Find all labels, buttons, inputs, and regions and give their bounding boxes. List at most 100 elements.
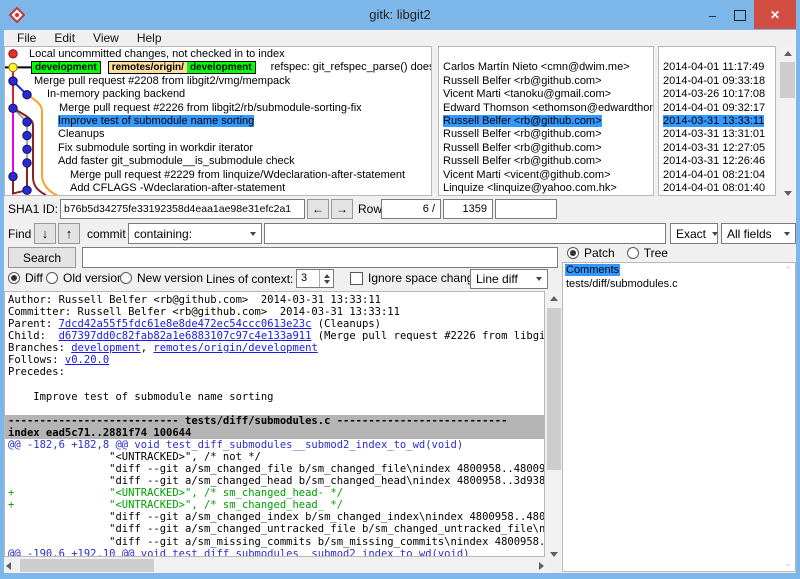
- find-exact-select[interactable]: Exact: [670, 223, 718, 244]
- find-match-select[interactable]: containing:: [128, 223, 262, 244]
- maximize-button[interactable]: [726, 0, 753, 30]
- author-row[interactable]: Edward Thomson <ethomson@edwardthom: [439, 101, 653, 114]
- ignore-space-checkbox[interactable]: Ignore space change: [350, 271, 480, 285]
- date-row[interactable]: [659, 47, 775, 60]
- menu-file[interactable]: File: [8, 31, 45, 45]
- diff-vscrollbar[interactable]: [546, 291, 562, 557]
- author-row[interactable]: Russell Belfer <rb@github.com>: [439, 74, 653, 87]
- close-button[interactable]: ✕: [754, 0, 796, 29]
- diff-mode-select[interactable]: Line diff: [470, 269, 548, 289]
- scroll-up-icon[interactable]: ⌃: [784, 265, 792, 276]
- date-row[interactable]: 2014-03-26 10:17:08: [659, 87, 775, 100]
- scroll-down-icon[interactable]: ⌄: [784, 558, 792, 569]
- diff-view[interactable]: Author: Russell Belfer <rb@github.com> 2…: [4, 291, 545, 557]
- author-list-pane[interactable]: Carlos Martín Nieto <cmn@dwim.me>Russell…: [438, 46, 654, 196]
- commit-list-pane[interactable]: Local uncommitted changes, not checked i…: [4, 46, 432, 196]
- diff-radio[interactable]: Diff: [8, 271, 43, 285]
- commit-row[interactable]: Local uncommitted changes, not checked i…: [5, 47, 431, 60]
- commit-label[interactable]: commit: [87, 227, 126, 241]
- commit-row[interactable]: Merge pull request #2226 from libgit2/rb…: [5, 101, 431, 114]
- menu-help[interactable]: Help: [128, 31, 171, 45]
- commit-link[interactable]: d67397dd0c82fab82a1e6883107c97c4e133a911: [59, 330, 312, 342]
- search-button[interactable]: Search: [8, 247, 76, 268]
- forward-button[interactable]: →: [331, 199, 353, 219]
- commit-message: Fix submodule sorting in workdir iterato…: [58, 142, 253, 154]
- commit-link[interactable]: development: [71, 342, 141, 354]
- find-next-button[interactable]: ↓: [34, 223, 56, 244]
- commit-row[interactable]: developmentremotes/origin/developmentref…: [5, 60, 431, 73]
- commit-row[interactable]: Add CFLAGS -Wdeclaration-after-statement: [5, 182, 431, 195]
- file-list-item[interactable]: Comments: [563, 263, 795, 277]
- stepper-down-icon[interactable]: [324, 280, 330, 284]
- diff-text: Child:: [8, 330, 59, 342]
- diff-line-add: + "<UNTRACKED>", /* sm_changed_head- */: [8, 487, 544, 499]
- scrollbar-thumb[interactable]: [547, 308, 561, 470]
- find-query-input[interactable]: [264, 223, 666, 244]
- titlebar[interactable]: gitk: libgit2 – ✕: [0, 0, 800, 30]
- commit-link[interactable]: remotes/origin/development: [153, 342, 317, 354]
- old-version-radio[interactable]: Old version: [46, 271, 124, 285]
- commit-row[interactable]: Merge pull request #2208 from libgit2/vm…: [5, 74, 431, 87]
- author-row[interactable]: Vicent Marti <vicent@github.com>: [439, 168, 653, 181]
- date-row[interactable]: 2014-04-01 08:21:04: [659, 168, 775, 181]
- find-label[interactable]: Find: [8, 227, 31, 241]
- scroll-left-icon[interactable]: [6, 562, 11, 570]
- commit-author: Russell Belfer <rb@github.com>: [443, 128, 602, 140]
- tree-radio-label: Tree: [644, 246, 668, 260]
- author-row[interactable]: Carlos Martín Nieto <cmn@dwim.me>: [439, 60, 653, 73]
- menu-view[interactable]: View: [84, 31, 128, 45]
- scroll-up-icon[interactable]: [550, 296, 558, 301]
- commit-link[interactable]: v0.20.0: [65, 354, 109, 366]
- file-list-pane[interactable]: Commentstests/diff/submodules.c ⌃ ⌄: [562, 262, 796, 572]
- find-prev-button[interactable]: ↑: [58, 223, 80, 244]
- author-row[interactable]: Russell Belfer <rb@github.com>: [439, 141, 653, 154]
- author-row[interactable]: [439, 47, 653, 60]
- search-input[interactable]: [82, 247, 558, 268]
- new-version-radio[interactable]: New version: [120, 271, 203, 285]
- date-list-pane[interactable]: 2014-04-01 11:17:492014-04-01 09:33:1820…: [658, 46, 776, 196]
- commit-message: Merge pull request #2208 from libgit2/vm…: [34, 75, 290, 87]
- date-row[interactable]: 2014-04-01 09:32:17: [659, 101, 775, 114]
- stepper-up-icon[interactable]: [324, 274, 330, 278]
- commit-row[interactable]: Cleanups: [5, 128, 431, 141]
- date-row[interactable]: 2014-03-31 12:26:46: [659, 155, 775, 168]
- tree-radio[interactable]: Tree: [627, 246, 668, 260]
- commit-link[interactable]: 7dcd42a55f5fdc61e8e8de472ec54ccc0613e23c: [59, 318, 312, 330]
- scroll-down-icon[interactable]: [550, 552, 558, 557]
- commit-row[interactable]: Add faster git_submodule__is_submodule c…: [5, 155, 431, 168]
- context-stepper[interactable]: 3: [296, 269, 334, 288]
- scrollbar-thumb[interactable]: [780, 62, 795, 98]
- date-row[interactable]: 2014-03-31 12:27:05: [659, 141, 775, 154]
- date-row[interactable]: 2014-04-01 08:01:40: [659, 182, 775, 195]
- commit-row[interactable]: Fix submodule sorting in workdir iterato…: [5, 141, 431, 154]
- stepper-arrows[interactable]: [319, 270, 333, 287]
- scroll-down-icon[interactable]: [784, 191, 792, 196]
- commit-row[interactable]: In-memory packing backend: [5, 87, 431, 100]
- diff-hscrollbar[interactable]: [4, 558, 546, 573]
- commit-row[interactable]: Merge pull request #2229 from linquize/W…: [5, 168, 431, 181]
- back-button[interactable]: ←: [307, 199, 329, 219]
- author-row[interactable]: Russell Belfer <rb@github.com>: [439, 128, 653, 141]
- date-row[interactable]: 2014-04-01 11:17:49: [659, 60, 775, 73]
- ref-label[interactable]: development: [31, 61, 101, 74]
- sha1-input[interactable]: b76b5d34275fe33192358d4eaa1ae98e31efc2a1: [60, 199, 305, 219]
- scrollbar-thumb[interactable]: [20, 559, 154, 572]
- file-list-item[interactable]: tests/diff/submodules.c: [563, 277, 795, 291]
- minimize-button[interactable]: –: [699, 0, 726, 30]
- menu-edit[interactable]: Edit: [45, 31, 84, 45]
- author-row[interactable]: Vicent Marti <tanoku@gmail.com>: [439, 87, 653, 100]
- author-row[interactable]: Russell Belfer <rb@github.com>: [439, 155, 653, 168]
- patch-radio[interactable]: Patch: [567, 246, 615, 260]
- commit-row[interactable]: Improve test of submodule name sorting: [5, 114, 431, 127]
- author-row[interactable]: Linquize <linquize@yahoo.com.hk>: [439, 182, 653, 195]
- commit-list-scrollbar[interactable]: [779, 46, 796, 196]
- date-row[interactable]: 2014-03-31 13:31:01: [659, 128, 775, 141]
- find-fields-select[interactable]: All fields: [721, 223, 796, 244]
- ref-label[interactable]: remotes/origin/development: [108, 61, 256, 74]
- scroll-up-icon[interactable]: [784, 51, 792, 56]
- scroll-right-icon[interactable]: [539, 562, 544, 570]
- date-row[interactable]: 2014-04-01 09:33:18: [659, 74, 775, 87]
- row-extra-field: [495, 199, 557, 219]
- date-row[interactable]: 2014-03-31 13:33:11: [659, 114, 775, 127]
- author-row[interactable]: Russell Belfer <rb@github.com>: [439, 114, 653, 127]
